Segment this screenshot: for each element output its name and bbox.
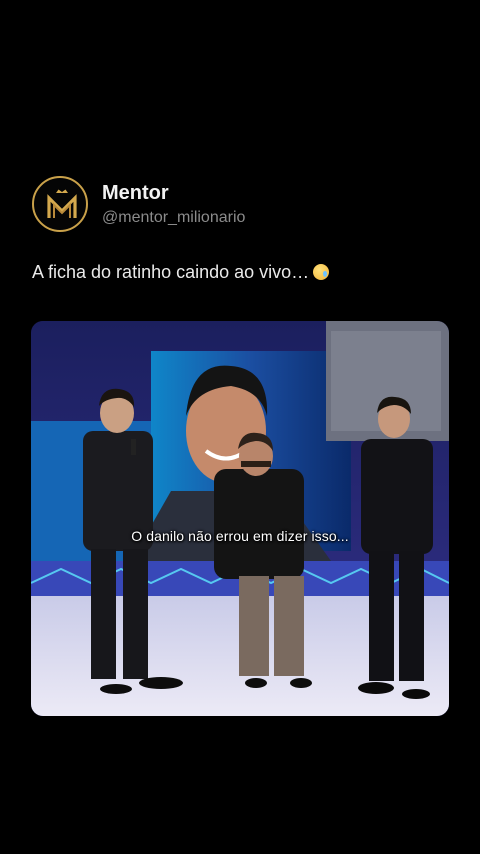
- tweet-text: A ficha do ratinho caindo ao vivo…: [32, 262, 310, 282]
- mentor-crown-logo-icon: [47, 189, 77, 218]
- video-caption: O danilo não errou em dizer isso...: [131, 528, 349, 544]
- tweet-body: A ficha do ratinho caindo ao vivo…: [32, 261, 452, 283]
- author-header: Mentor @mentor_milionario: [32, 176, 452, 234]
- author-avatar[interactable]: [32, 176, 88, 232]
- tweet-card: Mentor @mentor_milionario A ficha do rat…: [0, 0, 480, 854]
- video-frame: [31, 321, 449, 716]
- author-display-name[interactable]: Mentor: [102, 182, 245, 204]
- author-names: Mentor @mentor_milionario: [102, 182, 245, 228]
- video-player[interactable]: O danilo não errou em dizer isso...: [31, 321, 449, 716]
- author-handle[interactable]: @mentor_milionario: [102, 208, 245, 228]
- crying-face-icon: [313, 264, 330, 280]
